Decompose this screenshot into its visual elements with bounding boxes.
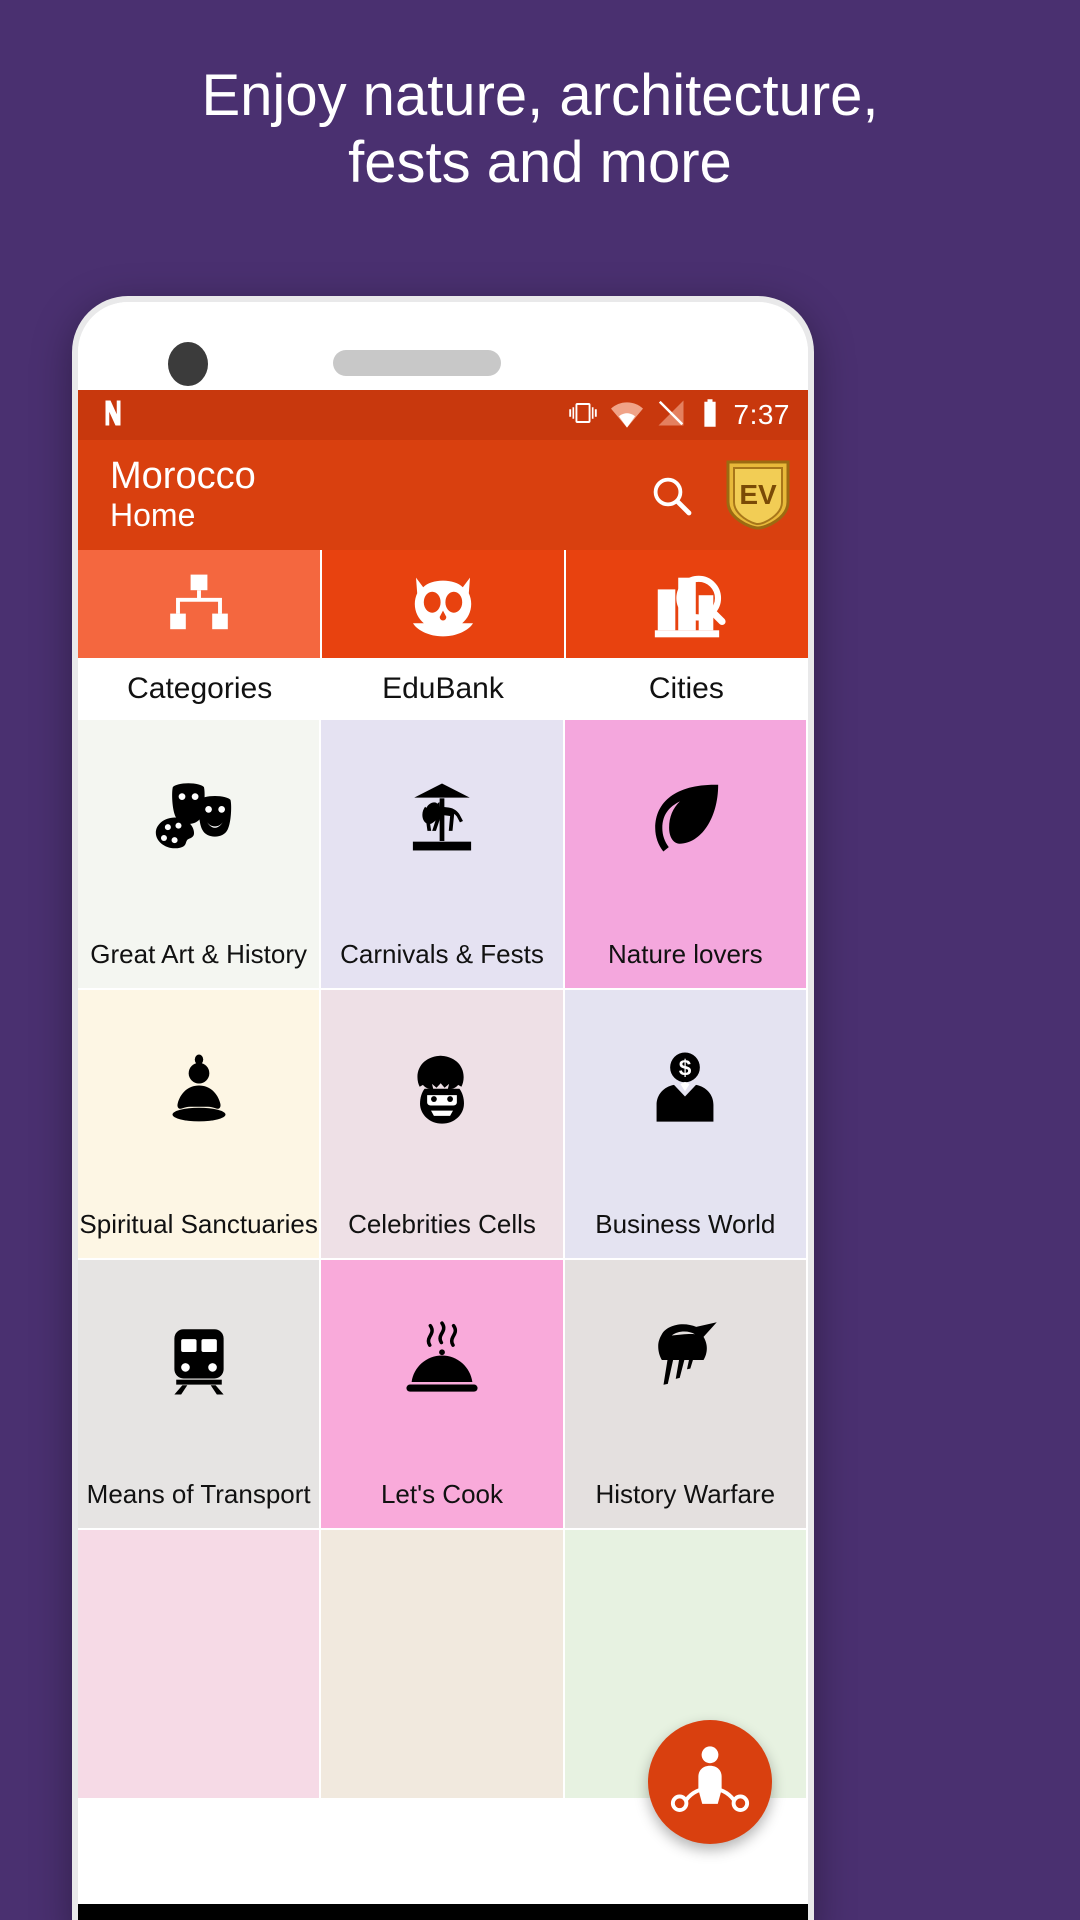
grid-cell-nature-lovers[interactable]: Nature lovers: [564, 720, 808, 990]
ev-shield-logo[interactable]: EV: [726, 460, 790, 530]
tab-label-edubank[interactable]: EduBank: [321, 658, 564, 720]
search-icon[interactable]: [646, 470, 696, 520]
spartan-helmet-icon: [642, 1312, 728, 1408]
android-navigation-bar: [78, 1904, 808, 1920]
page-title: Morocco: [110, 455, 256, 498]
celebrity-face-icon: [400, 1042, 484, 1138]
cloche-food-icon: [400, 1312, 484, 1408]
grid-cell-label: Means of Transport: [86, 1479, 311, 1509]
train-icon: [159, 1312, 239, 1408]
tab-label-bar: Categories EduBank Cities: [78, 658, 808, 720]
grid-cell-spiritual-sanctuaries[interactable]: Spiritual Sanctuaries: [78, 990, 322, 1260]
svg-text:EV: EV: [739, 479, 777, 510]
status-bar: 7:37: [78, 390, 808, 440]
netflix-n-icon: [98, 398, 128, 433]
phone-top-bezel: [78, 302, 808, 390]
grid-cell-history-warfare[interactable]: History Warfare: [564, 1260, 808, 1530]
status-bar-time: 7:37: [733, 399, 790, 430]
tab-categories[interactable]: [78, 550, 322, 658]
grid-cell-lets-cook[interactable]: Let's Cook: [321, 1260, 565, 1530]
grid-cell-great-art-history[interactable]: Great Art & History: [78, 720, 322, 990]
buddha-icon: [157, 1042, 241, 1138]
app-bar: Morocco Home EV: [78, 440, 808, 550]
businessman-dollar-icon: $: [643, 1042, 727, 1138]
signal-off-icon: [656, 398, 686, 433]
theater-masks-palette-icon: [153, 772, 245, 868]
battery-icon: [699, 398, 721, 433]
tab-bar: [78, 550, 808, 658]
grid-cell-label: History Warfare: [595, 1479, 776, 1509]
grid-cell-business-world[interactable]: $ Business World: [564, 990, 808, 1260]
people-network-icon: [668, 1738, 752, 1827]
city-search-icon: [647, 566, 727, 642]
carousel-horse-icon: [398, 772, 486, 868]
sitemap-icon: [163, 568, 235, 640]
owl-icon: [404, 568, 482, 640]
wifi-icon: [610, 397, 643, 434]
svg-text:$: $: [679, 1055, 692, 1080]
tab-label-cities[interactable]: Cities: [565, 658, 808, 720]
promo-headline-line1: Enjoy nature, architecture,: [201, 63, 879, 128]
earpiece-speaker: [333, 350, 501, 376]
promo-headline-line2: fests and more: [348, 130, 732, 196]
phone-mockup: 7:37 Morocco Home EV Categories EduBank …: [72, 296, 814, 1920]
front-camera-icon: [168, 342, 208, 386]
grid-cell-label: Business World: [595, 1209, 776, 1239]
floating-action-button[interactable]: [648, 1720, 772, 1844]
grid-cell-means-of-transport[interactable]: Means of Transport: [78, 1260, 322, 1530]
promo-headline: Enjoy nature, architecture, fests and mo…: [0, 62, 1080, 197]
phone-bezel: 7:37 Morocco Home EV Categories EduBank …: [78, 302, 808, 1920]
grid-cell-label: Let's Cook: [380, 1479, 503, 1509]
grid-cell-label: Nature lovers: [608, 939, 763, 969]
vibrate-icon: [568, 398, 598, 433]
tab-cities[interactable]: [566, 550, 808, 658]
grid-cell-label: Carnivals & Fests: [340, 939, 544, 969]
tab-label-categories[interactable]: Categories: [78, 658, 321, 720]
grid-cell-partial-1[interactable]: [78, 1530, 322, 1800]
grid-cell-label: Celebrities Cells: [348, 1209, 536, 1239]
grid-cell-carnivals-fests[interactable]: Carnivals & Fests: [321, 720, 565, 990]
grid-cell-partial-2[interactable]: [321, 1530, 565, 1800]
grid-cell-label: Spiritual Sanctuaries: [79, 1209, 318, 1239]
phone-screen: 7:37 Morocco Home EV Categories EduBank …: [78, 390, 808, 1920]
tab-edubank[interactable]: [322, 550, 566, 658]
grid-cell-celebrities-cells[interactable]: Celebrities Cells: [321, 990, 565, 1260]
leaf-icon: [641, 772, 729, 868]
page-subtitle: Home: [110, 497, 196, 534]
grid-cell-label: Great Art & History: [90, 939, 308, 969]
